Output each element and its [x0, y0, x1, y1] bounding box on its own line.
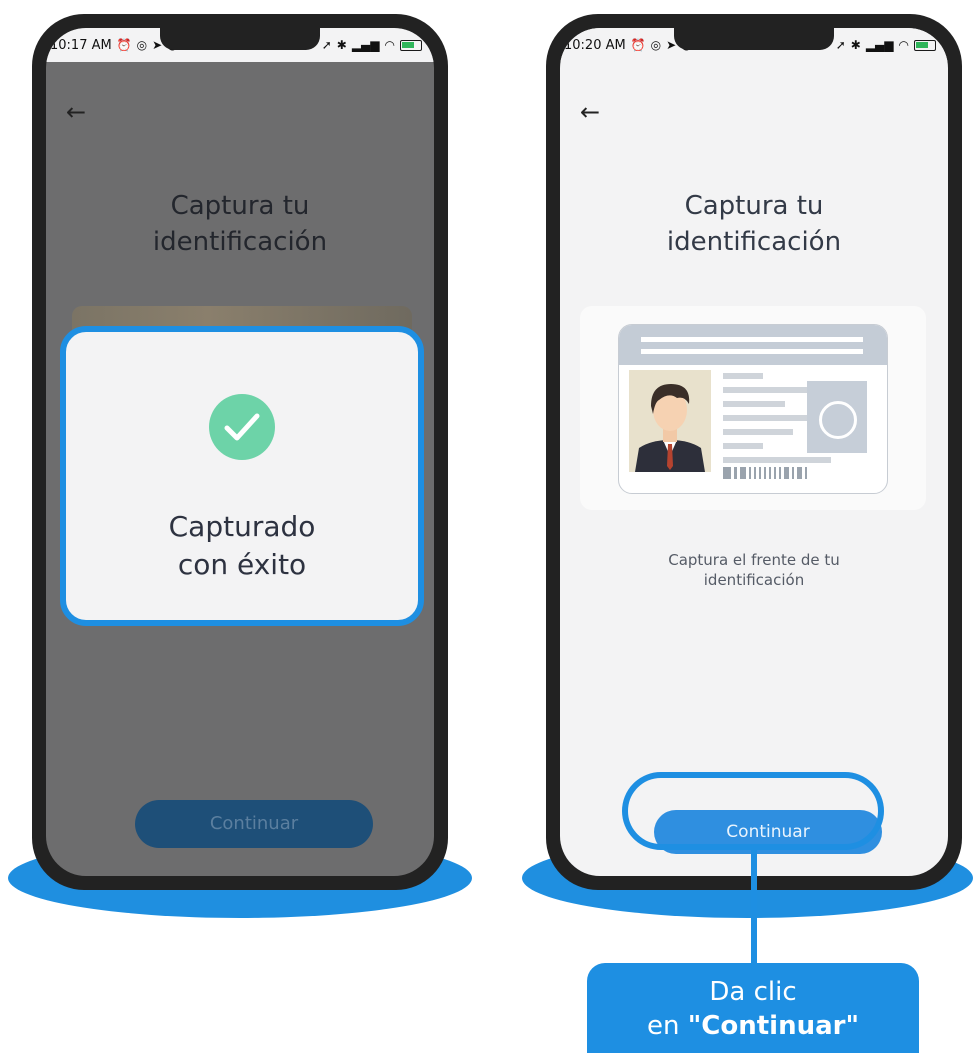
bluetooth-icon: ✱ — [850, 38, 861, 52]
barcode-icon — [723, 467, 807, 479]
alarm-icon: ⏰ — [630, 38, 646, 52]
status-time: 10:20 AM — [564, 37, 626, 53]
signal-icon: ▂▄▆ — [865, 38, 894, 52]
back-arrow-icon[interactable]: ← — [580, 98, 600, 126]
battery-icon — [400, 39, 422, 51]
person-avatar-icon — [629, 370, 711, 472]
phone-right-screen: 10:20 AM ⏰ ◎ ➤ ● ··· ➚ ✱ ▂▄▆ ◠ ← Captura… — [560, 28, 948, 876]
whatsapp-icon: ◎ — [650, 38, 662, 52]
callout-connector — [751, 850, 757, 965]
continue-button-highlight — [622, 772, 884, 850]
id-card-illustration — [618, 324, 888, 494]
id-card-illustration-panel — [580, 306, 926, 510]
wifi-icon: ◠ — [898, 38, 909, 52]
page-title: Captura tu identificación — [152, 191, 328, 257]
alarm-icon: ⏰ — [116, 38, 132, 52]
signal-icon: ▂▄▆ — [351, 38, 380, 52]
back-arrow-icon[interactable]: ← — [66, 98, 86, 126]
check-circle-icon — [209, 394, 275, 460]
wifi-icon: ◠ — [384, 38, 395, 52]
success-message: Capturado con éxito — [168, 510, 316, 581]
page-title: Captura tu identificación — [666, 191, 842, 257]
continue-button[interactable]: Continuar — [135, 800, 373, 848]
status-time: 10:17 AM — [50, 37, 112, 53]
location-icon: ➚ — [835, 38, 846, 52]
location-icon: ➚ — [321, 38, 332, 52]
success-modal: Capturado con éxito — [60, 326, 424, 626]
tutorial-stage: 10:17 AM ⏰ ◎ ➤ ● ··· ➚ ✱ ▂▄▆ ◠ ← Captura… — [0, 0, 973, 1053]
instruction-caption: Captura el frente de tu identificación — [668, 551, 840, 589]
whatsapp-icon: ◎ — [136, 38, 148, 52]
id-seal-icon — [807, 381, 867, 453]
bluetooth-icon: ✱ — [336, 38, 347, 52]
callout-instruction: Da clic en "Continuar" — [587, 963, 919, 1053]
phone-right: 10:20 AM ⏰ ◎ ➤ ● ··· ➚ ✱ ▂▄▆ ◠ ← Captura… — [546, 14, 962, 890]
phone-notch — [160, 28, 320, 50]
phone-notch — [674, 28, 834, 50]
battery-icon — [914, 39, 936, 51]
